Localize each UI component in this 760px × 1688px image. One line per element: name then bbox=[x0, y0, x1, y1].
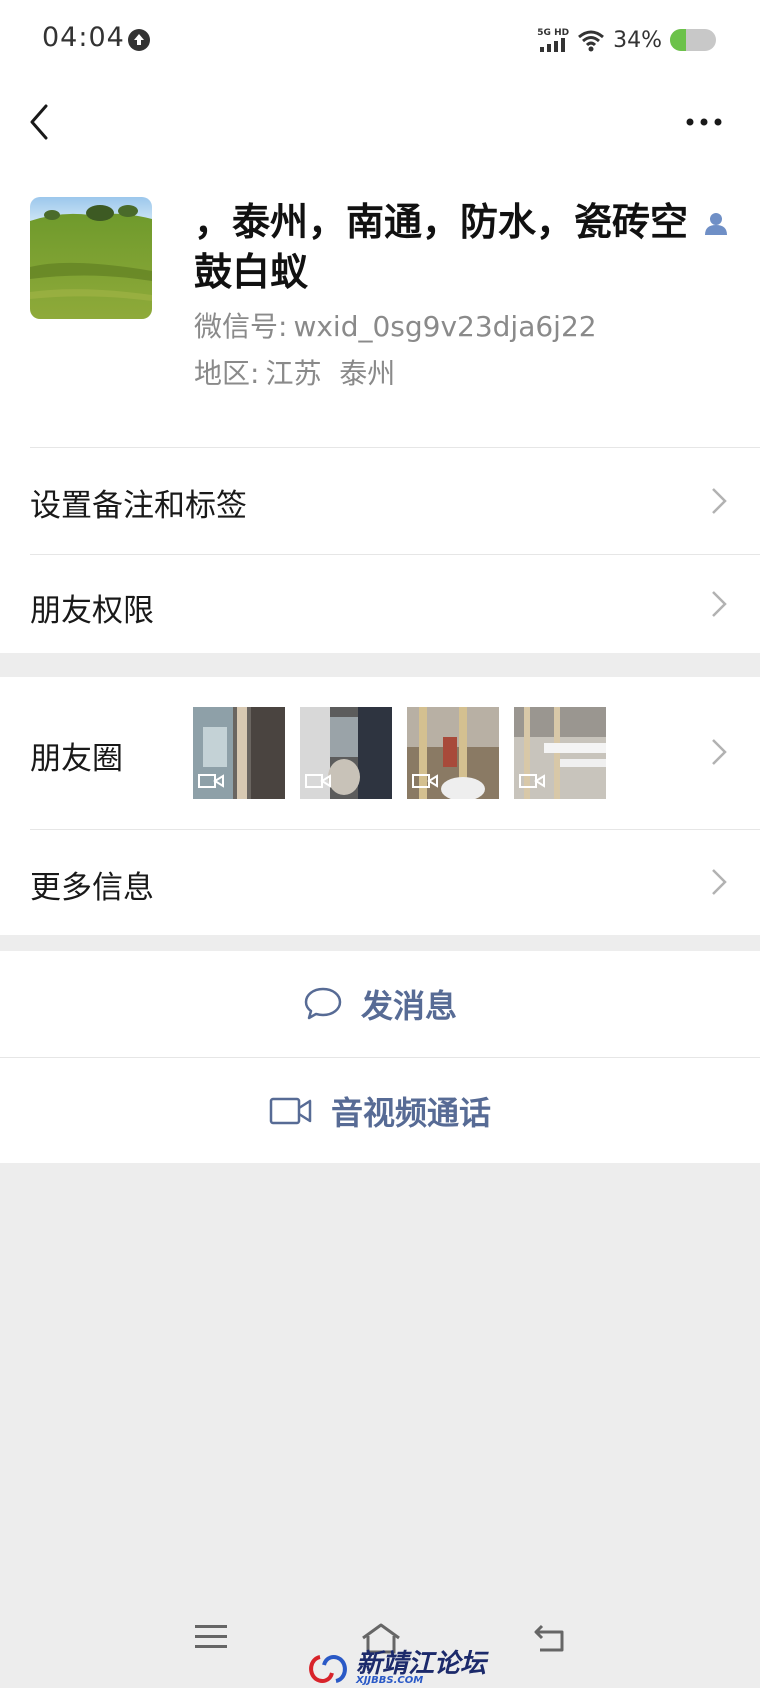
remarks-label: 设置备注和标签 bbox=[30, 488, 247, 524]
chat-bubble-icon bbox=[304, 987, 342, 1019]
wifi-icon bbox=[578, 30, 605, 52]
send-message-label: 发消息 bbox=[360, 986, 457, 1025]
video-camera-icon bbox=[269, 1097, 312, 1124]
moment-thumbnail[interactable] bbox=[300, 707, 392, 799]
upload-icon bbox=[128, 29, 150, 51]
more-info-label: 更多信息 bbox=[30, 870, 154, 906]
more-info-row[interactable]: 更多信息 bbox=[0, 830, 760, 935]
signal-indicator: 5G HD bbox=[537, 28, 569, 52]
moment-thumbnail[interactable] bbox=[514, 707, 606, 799]
return-arrow-icon bbox=[534, 1624, 564, 1652]
status-icons: 5G HD 34% bbox=[537, 24, 716, 56]
permissions-label: 朋友权限 bbox=[30, 593, 154, 629]
remarks-row[interactable]: 设置备注和标签 bbox=[0, 448, 760, 554]
avatar[interactable] bbox=[30, 197, 152, 319]
region-line: 地区: 江苏 泰州 bbox=[194, 352, 395, 392]
watermark-logo: 新靖江论坛 XJJBBS.COM bbox=[306, 1650, 486, 1688]
ellipsis-icon bbox=[686, 118, 722, 126]
battery-fill bbox=[670, 29, 686, 51]
chevron-right-icon bbox=[712, 488, 727, 514]
nickname: ，泰州，南通，防水，瓷砖空鼓白蚁 bbox=[194, 200, 689, 294]
region-label: 地区: bbox=[194, 357, 260, 390]
moment-thumbnail[interactable] bbox=[193, 707, 285, 799]
watermark-text: 新靖江论坛 XJJBBS.COM bbox=[356, 1649, 487, 1686]
watermark-name: 新靖江论坛 bbox=[356, 1649, 487, 1679]
back-button[interactable] bbox=[22, 98, 58, 146]
status-time: 04:04 bbox=[42, 22, 125, 53]
battery-percent: 34% bbox=[613, 27, 662, 53]
signal-icon bbox=[540, 38, 566, 52]
permissions-row[interactable]: 朋友权限 bbox=[0, 555, 760, 653]
chevron-right-icon bbox=[712, 739, 727, 765]
video-call-button[interactable]: 音视频通话 bbox=[0, 1058, 760, 1163]
watermark-domain: XJJBBS.COM bbox=[356, 1675, 424, 1686]
wechat-id-label: 微信号: bbox=[194, 310, 288, 343]
chevron-right-icon bbox=[712, 869, 727, 895]
region-value: 江苏 泰州 bbox=[265, 357, 396, 390]
chevron-right-icon bbox=[712, 591, 727, 617]
logo-icon bbox=[309, 1655, 347, 1683]
wechat-id-value: wxid_0sg9v23dja6j22 bbox=[293, 310, 597, 343]
send-message-button[interactable]: 发消息 bbox=[0, 951, 760, 1056]
contact-icon bbox=[704, 211, 728, 237]
back-nav-button[interactable] bbox=[532, 1622, 568, 1654]
battery-icon bbox=[670, 29, 716, 51]
more-button[interactable] bbox=[682, 104, 730, 140]
recent-apps-button[interactable] bbox=[194, 1622, 228, 1652]
network-type: 5G HD bbox=[537, 28, 570, 38]
wechat-id-line: 微信号: wxid_0sg9v23dja6j22 bbox=[194, 305, 597, 345]
video-call-label: 音视频通话 bbox=[330, 1093, 491, 1132]
moments-label: 朋友圈 bbox=[30, 741, 123, 777]
menu-icon bbox=[195, 1625, 227, 1648]
moment-thumbnail[interactable] bbox=[407, 707, 499, 799]
chevron-left-icon bbox=[30, 104, 48, 140]
